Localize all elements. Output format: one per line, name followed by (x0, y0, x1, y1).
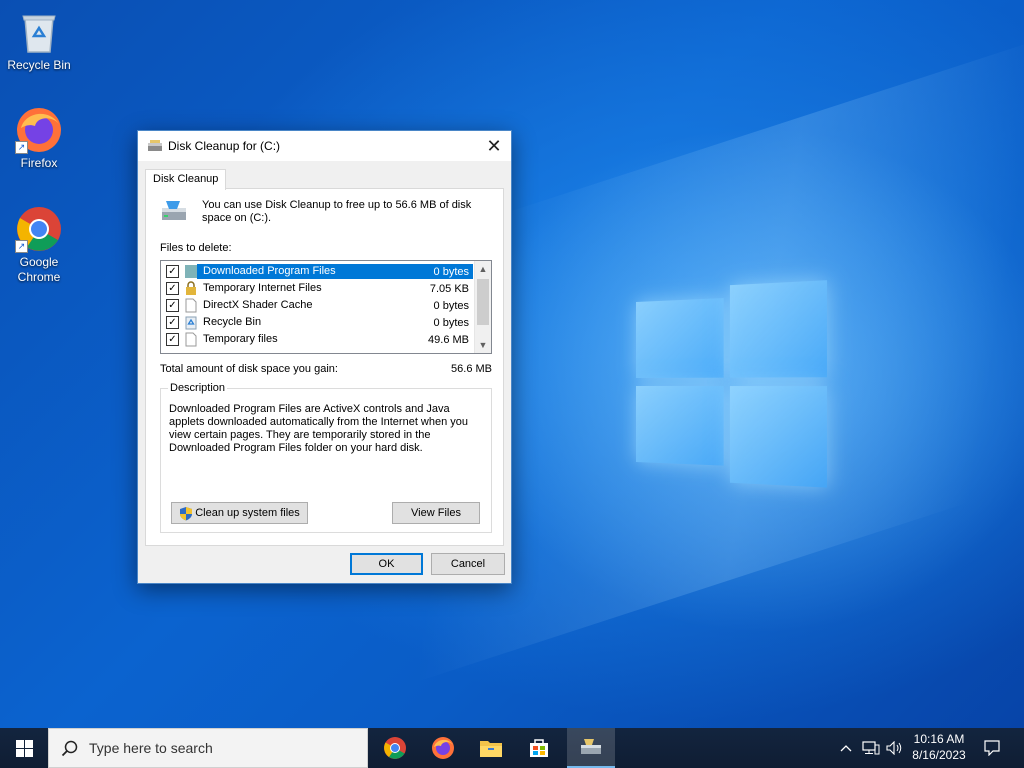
search-icon (61, 740, 78, 757)
description-legend: Description (168, 382, 228, 394)
close-icon: ✕ (486, 135, 502, 156)
file-name: Temporary Internet Files (203, 282, 322, 294)
shortcut-arrow-icon: ↗ (15, 240, 28, 253)
taskbar-clock[interactable]: 10:16 AM 8/16/2023 (900, 728, 978, 768)
taskbar-search-box[interactable]: Type here to search (48, 728, 368, 768)
chrome-icon: ↗ (15, 205, 63, 253)
chrome-icon (384, 737, 406, 759)
scroll-up-arrow-icon[interactable]: ▲ (475, 261, 491, 277)
file-size: 0 bytes (433, 299, 469, 312)
tab-strip: Disk Cleanup (138, 161, 511, 190)
shortcut-arrow-icon: ↗ (15, 141, 28, 154)
cancel-label: Cancel (450, 558, 486, 570)
desktop-icon-recycle-bin[interactable]: Recycle Bin (0, 8, 78, 73)
files-list-scrollbar[interactable]: ▲ ▼ (474, 261, 491, 353)
file-name: Temporary files (203, 333, 278, 345)
list-item[interactable]: ✓ DirectX Shader Cache 0 bytes (161, 297, 473, 314)
checkbox[interactable]: ✓ (166, 333, 179, 346)
clock-time: 10:16 AM (913, 732, 965, 746)
scroll-thumb[interactable] (477, 279, 489, 325)
desktop-icon-label: Firefox (20, 156, 58, 170)
disk-cleanup-title-icon (148, 140, 162, 151)
uac-shield-icon (180, 506, 193, 520)
file-size: 0 bytes (413, 265, 473, 278)
file-size: 7.05 KB (429, 282, 469, 295)
search-placeholder: Type here to search (89, 740, 213, 756)
close-button[interactable]: ✕ (477, 131, 511, 161)
view-files-button[interactable]: View Files (392, 502, 480, 524)
firefox-icon: ↗ (15, 106, 63, 154)
store-icon (530, 739, 548, 757)
network-tray-button[interactable] (860, 728, 882, 768)
network-icon (862, 741, 880, 755)
clock-date: 8/16/2023 (912, 748, 966, 762)
scroll-down-arrow-icon[interactable]: ▼ (475, 337, 491, 353)
files-to-delete-label: Files to delete: (160, 242, 232, 254)
notification-icon (984, 740, 1000, 756)
disk-cleanup-dialog: Disk Cleanup for (C:) ✕ Disk Cleanup You… (137, 130, 512, 584)
taskbar: Type here to search 10:16 AM 8/16/2023 (0, 728, 1024, 768)
dialog-titlebar[interactable]: Disk Cleanup for (C:) ✕ (138, 131, 511, 161)
list-item[interactable]: ✓ Downloaded Program Files 0 bytes (161, 263, 473, 280)
document-icon (185, 332, 197, 347)
tab-disk-cleanup[interactable]: Disk Cleanup (145, 169, 227, 190)
chevron-up-icon (840, 745, 852, 752)
clean-up-system-files-label: Clean up system files (195, 507, 300, 519)
desktop-icon-firefox[interactable]: ↗ Firefox (0, 106, 78, 171)
taskbar-app-disk-cleanup[interactable] (567, 728, 615, 768)
checkbox[interactable]: ✓ (166, 299, 179, 312)
clean-up-system-files-button[interactable]: Clean up system files (171, 502, 308, 524)
document-icon (185, 298, 197, 313)
ok-label: OK (378, 558, 395, 570)
list-item[interactable]: ✓ Temporary files 49.6 MB (161, 331, 473, 348)
file-name: Downloaded Program Files (201, 264, 413, 279)
ok-button[interactable]: OK (350, 553, 423, 575)
files-list[interactable]: ✓ Downloaded Program Files 0 bytes ✓ Tem… (160, 260, 492, 354)
dialog-title: Disk Cleanup for (C:) (168, 139, 281, 153)
description-group: Description Downloaded Program Files are… (160, 382, 492, 533)
total-space-row: Total amount of disk space you gain: 56.… (160, 363, 492, 375)
intro-section: You can use Disk Cleanup to free up to 5… (160, 199, 490, 225)
windows-start-icon (15, 739, 33, 757)
notifications-button[interactable] (978, 728, 1006, 768)
windows-logo-wallpaper (636, 280, 832, 490)
lock-icon (186, 281, 196, 295)
desktop-icon-label: Google Chrome (17, 255, 61, 284)
file-size: 0 bytes (433, 316, 469, 329)
list-item[interactable]: ✓ Temporary Internet Files 7.05 KB (161, 280, 473, 297)
taskbar-app-firefox[interactable] (419, 728, 467, 768)
show-hidden-icons-button[interactable] (836, 728, 856, 768)
recycle-bin-icon (185, 316, 197, 330)
description-text: Downloaded Program Files are ActiveX con… (169, 403, 469, 454)
file-explorer-icon (480, 741, 502, 757)
view-files-label: View Files (411, 507, 461, 519)
taskbar-app-chrome[interactable] (371, 728, 419, 768)
recycle-bin-icon (15, 8, 63, 56)
taskbar-app-store[interactable] (515, 728, 563, 768)
cancel-button[interactable]: Cancel (431, 553, 505, 575)
file-name: DirectX Shader Cache (203, 299, 313, 311)
firefox-icon (432, 737, 454, 759)
drive-icon (162, 201, 186, 220)
desktop-icon-label: Recycle Bin (7, 58, 71, 72)
taskbar-app-file-explorer[interactable] (467, 728, 515, 768)
disk-cleanup-tab-panel: You can use Disk Cleanup to free up to 5… (145, 188, 504, 546)
folder-cyan-icon (185, 265, 197, 278)
file-size: 49.6 MB (428, 333, 469, 346)
start-button[interactable] (0, 728, 48, 768)
checkbox[interactable]: ✓ (166, 282, 179, 295)
list-item[interactable]: ✓ Recycle Bin 0 bytes (161, 314, 473, 331)
disk-cleanup-icon (581, 739, 601, 754)
desktop-icon-google-chrome[interactable]: ↗ Google Chrome (0, 205, 78, 285)
checkbox[interactable]: ✓ (166, 265, 179, 278)
intro-text: You can use Disk Cleanup to free up to 5… (202, 199, 472, 224)
file-name: Recycle Bin (203, 316, 262, 328)
total-label: Total amount of disk space you gain: (160, 363, 338, 375)
total-value: 56.6 MB (451, 363, 492, 375)
checkbox[interactable]: ✓ (166, 316, 179, 329)
